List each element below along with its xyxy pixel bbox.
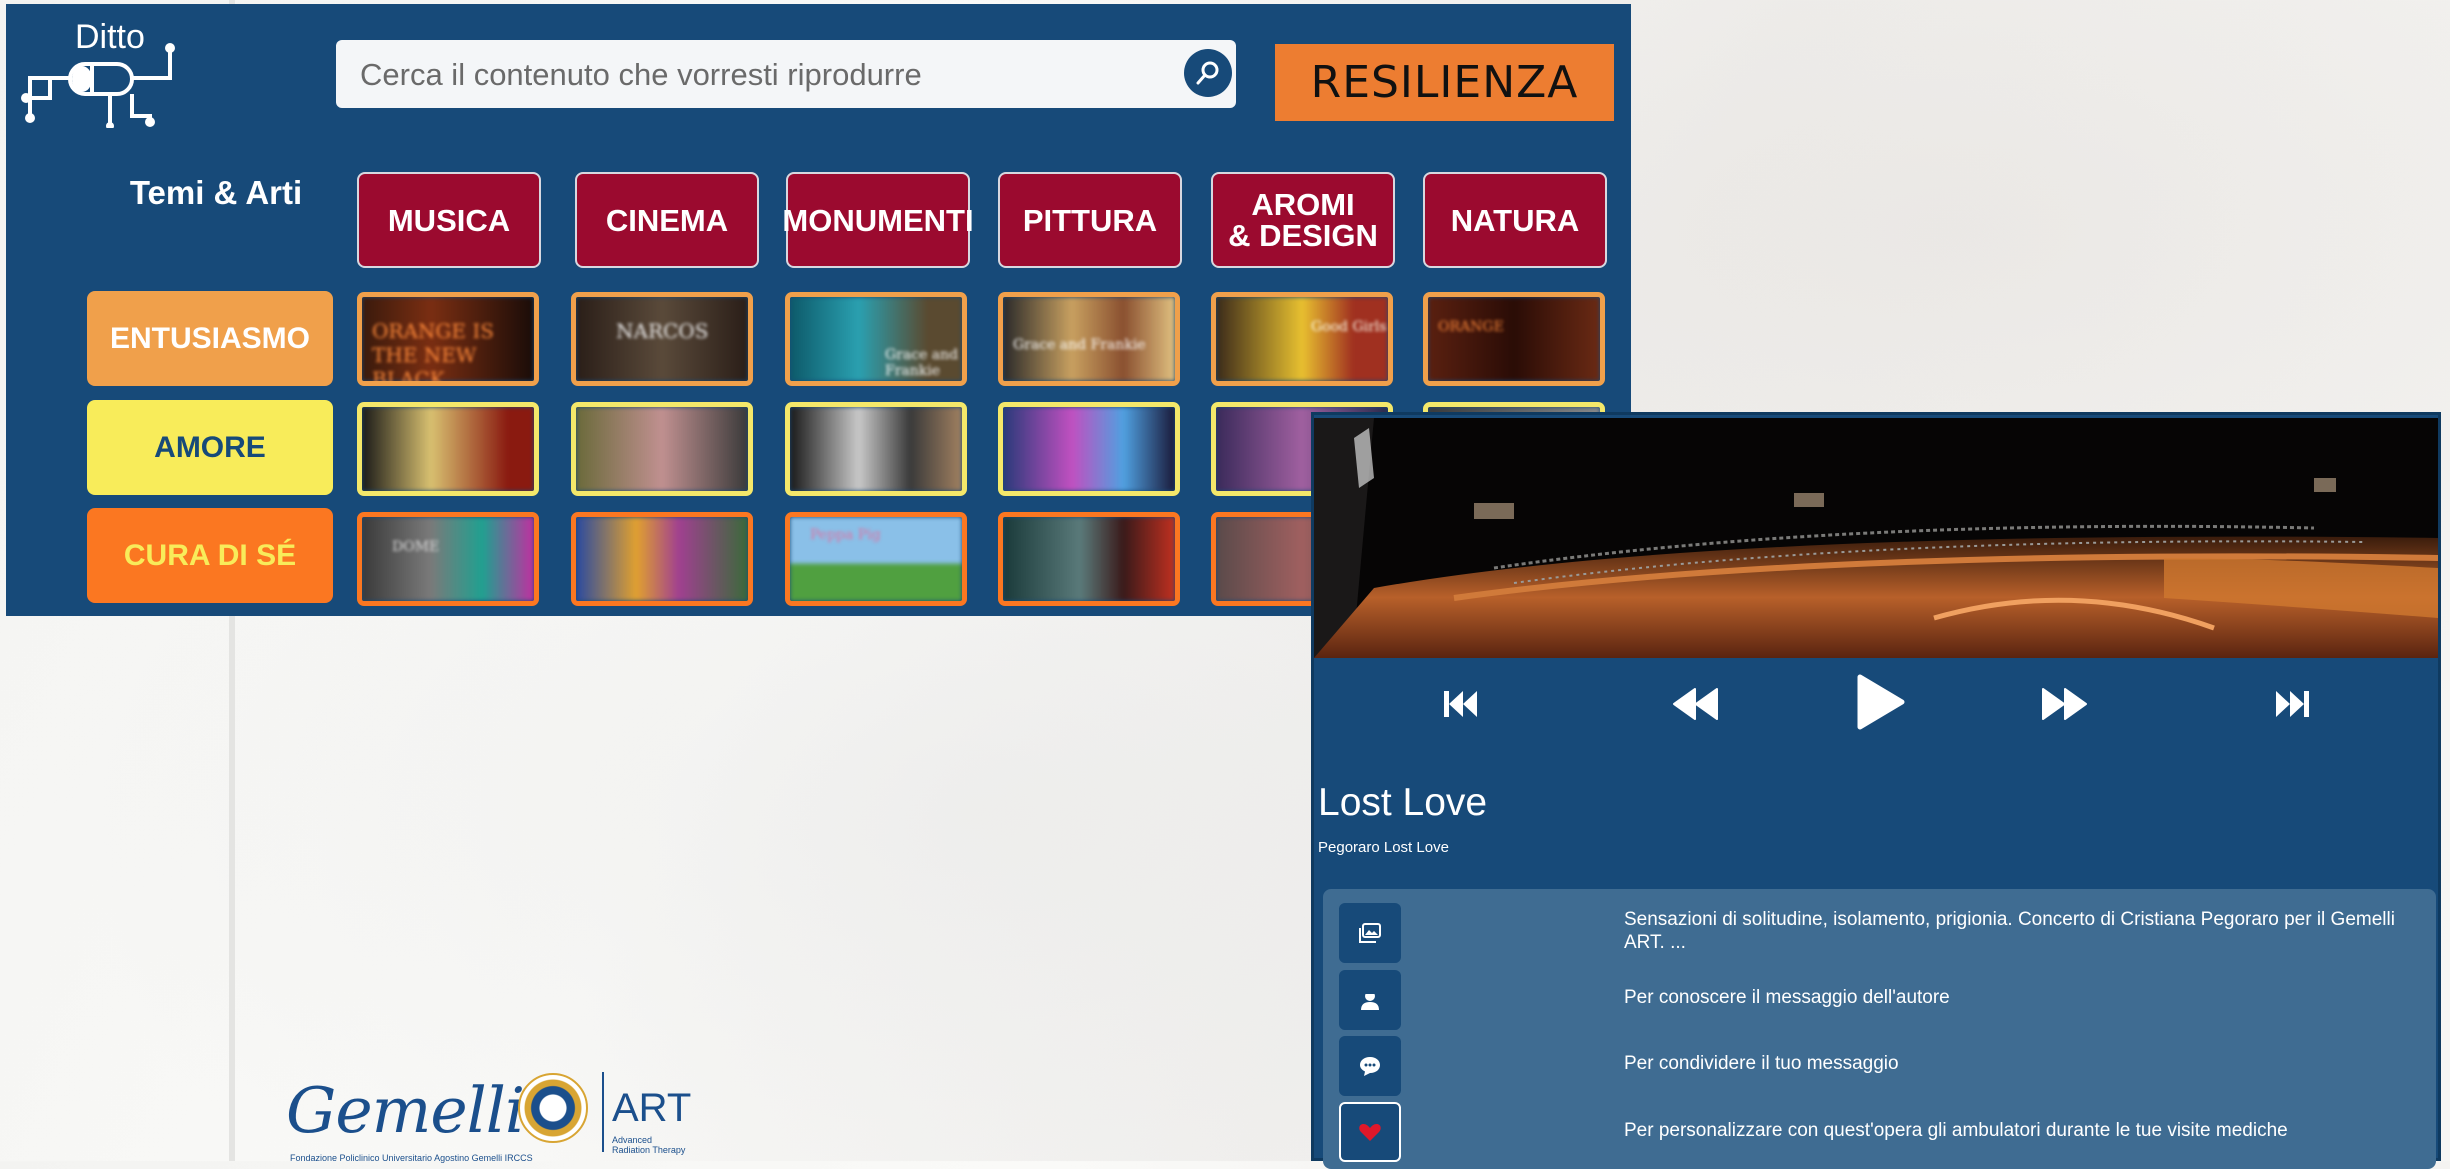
ditto-logo[interactable]: Ditto	[20, 18, 180, 128]
video-thumbnail[interactable]	[998, 402, 1180, 496]
art-logo: ART	[612, 1086, 692, 1130]
rewind-icon	[1673, 688, 1718, 720]
share-message-text: Per condividere il tuo messaggio	[1624, 1053, 1899, 1074]
favorite-button[interactable]	[1339, 1102, 1401, 1162]
category-pittura[interactable]: PITTURA	[998, 172, 1182, 268]
search-icon	[1196, 61, 1219, 85]
video-thumbnail[interactable]: ORANGE	[1423, 292, 1605, 386]
video-thumbnail[interactable]: ORANGE IS THE NEW BLACK	[357, 292, 539, 386]
video-thumbnail[interactable]: Grace and Frankie	[785, 292, 967, 386]
category-cinema[interactable]: CINEMA	[575, 172, 759, 268]
skip-end-button[interactable]	[2275, 689, 2311, 724]
video-thumbnail[interactable]: Peppa Pig	[785, 512, 967, 606]
temi-arti-label: Temi & Arti	[129, 174, 303, 211]
mood-cura-di-se[interactable]: CURA DI SÉ	[87, 508, 333, 603]
track-subtitle: Pegoraro Lost Love	[1318, 839, 1449, 856]
play-button[interactable]	[1854, 673, 1906, 736]
video-thumbnail[interactable]: Good Girls	[1211, 292, 1393, 386]
rewind-button[interactable]	[1672, 687, 1718, 726]
mood-entusiasmo[interactable]: ENTUSIASMO	[87, 291, 333, 386]
player-controls	[1314, 673, 2438, 743]
description-text: Sensazioni di solitudine, isolamento, pr…	[1624, 909, 2395, 953]
fast-forward-icon	[2042, 688, 2087, 720]
info-panel: Sensazioni di solitudine, isolamento, pr…	[1323, 889, 2436, 1169]
share-message-button[interactable]	[1339, 1036, 1401, 1096]
track-title: Lost Love	[1318, 781, 1488, 824]
pill-circuit-icon	[21, 43, 175, 128]
video-thumbnail[interactable]	[571, 512, 753, 606]
video-thumbnail[interactable]	[357, 402, 539, 496]
chat-icon	[1360, 1057, 1380, 1076]
gemelli-logo: Gemelli	[286, 1074, 525, 1147]
search-button[interactable]	[1184, 49, 1232, 97]
piano-video-image	[1314, 418, 2438, 658]
fast-forward-button[interactable]	[2042, 687, 2088, 726]
search-input[interactable]	[336, 40, 1162, 110]
category-aromi-design[interactable]: AROMI & DESIGN	[1211, 172, 1395, 268]
video-thumbnail[interactable]	[785, 402, 967, 496]
gallery-button[interactable]	[1339, 903, 1401, 963]
video-thumbnail[interactable]	[998, 512, 1180, 606]
skip-start-button[interactable]	[1442, 689, 1478, 724]
mood-amore[interactable]: AMORE	[87, 400, 333, 495]
author-message-button[interactable]	[1339, 970, 1401, 1030]
play-icon	[1857, 674, 1905, 730]
category-musica[interactable]: MUSICA	[357, 172, 541, 268]
video-frame[interactable]	[1314, 418, 2438, 658]
art-subtitle: Advanced Radiation Therapy	[612, 1135, 686, 1155]
video-thumbnail[interactable]	[571, 402, 753, 496]
resilienza-button[interactable]: RESILIENZA	[1275, 44, 1614, 121]
university-seal-icon	[518, 1073, 588, 1143]
author-icon	[1361, 991, 1379, 1010]
media-player: Lost Love Pegoraro Lost Love Sensazioni …	[1311, 412, 2441, 1169]
gallery-icon	[1359, 923, 1381, 943]
author-message-text: Per conoscere il messaggio dell'autore	[1624, 987, 1950, 1008]
category-natura[interactable]: NATURA	[1423, 172, 1607, 268]
category-monumenti[interactable]: MONUMENTI	[782, 172, 974, 268]
personalize-text: Per personalizzare con quest'opera gli a…	[1624, 1120, 2288, 1141]
video-thumbnail[interactable]: Grace and Frankie	[998, 292, 1180, 386]
search-bar	[336, 40, 1236, 110]
logo-divider	[602, 1072, 604, 1152]
skip-start-icon	[1444, 691, 1477, 717]
video-thumbnail[interactable]: DOME	[357, 512, 539, 606]
heart-icon	[1359, 1124, 1381, 1141]
foundation-tagline: Fondazione Policlinico Universitario Ago…	[290, 1153, 533, 1163]
skip-end-icon	[2276, 691, 2309, 717]
video-thumbnail[interactable]: NARCOS	[571, 292, 753, 386]
